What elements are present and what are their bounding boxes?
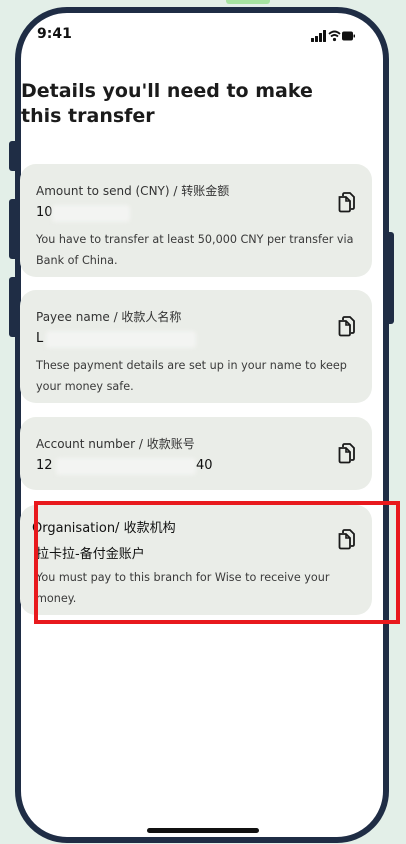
amount-note: You have to transfer at least 50,000 CNY… [36, 233, 354, 267]
copy-icon[interactable] [334, 441, 358, 465]
account-card: Account number / 收款账号 12 40 [20, 417, 372, 490]
power-button [389, 232, 394, 324]
top-accent [226, 0, 270, 4]
amount-card: Amount to send (CNY) / 转账金额 10 You have … [20, 164, 372, 277]
payee-value: L [36, 331, 44, 346]
redacted-account [56, 458, 196, 475]
payee-label: Payee name / 收款人名称 [36, 310, 182, 324]
copy-icon[interactable] [334, 190, 358, 214]
amount-value: 10 [36, 205, 53, 220]
amount-label: Amount to send (CNY) / 转账金额 [36, 184, 230, 198]
status-icons [311, 30, 355, 42]
status-time: 9:41 [37, 26, 72, 42]
payee-card: Payee name / 收款人名称 L These payment detai… [20, 290, 372, 403]
page-title: Details you'll need to make this transfe… [21, 80, 313, 127]
home-indicator[interactable] [147, 828, 259, 833]
account-label: Account number / 收款账号 [36, 437, 195, 451]
signal-icon [311, 30, 326, 42]
account-value-tail: 40 [196, 458, 213, 473]
wifi-icon [328, 30, 341, 42]
copy-icon[interactable] [334, 314, 358, 338]
redacted-payee [46, 331, 196, 348]
payee-note: These payment details are set up in your… [36, 359, 347, 393]
highlight-box [34, 501, 400, 624]
battery-icon [342, 31, 355, 41]
redacted-amount [52, 205, 130, 222]
account-value: 12 [36, 458, 53, 473]
